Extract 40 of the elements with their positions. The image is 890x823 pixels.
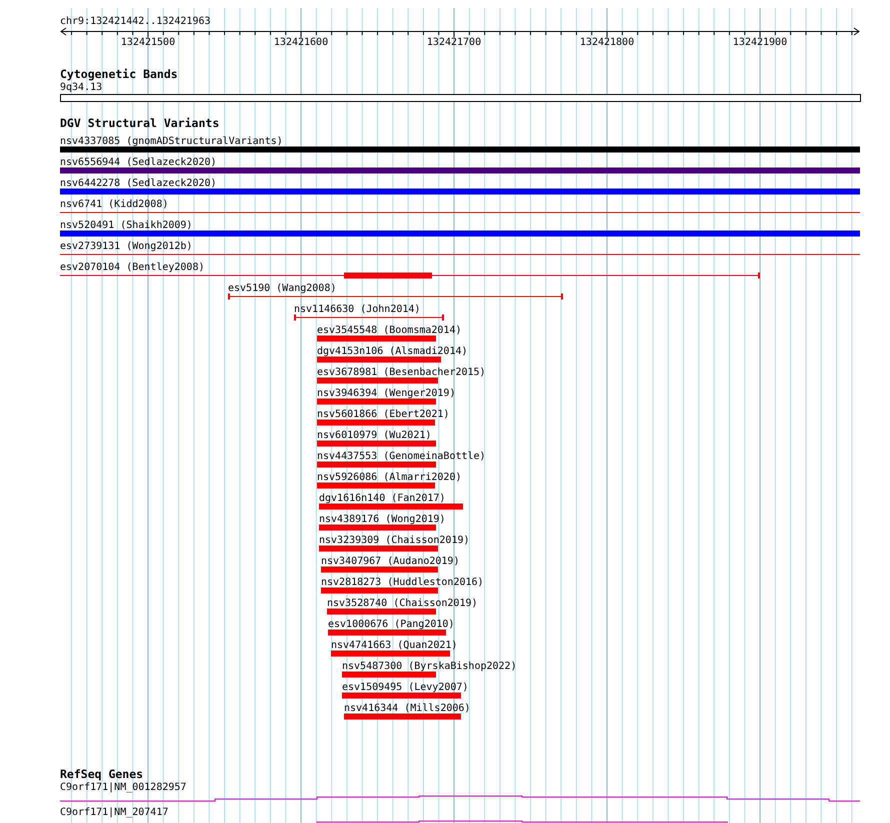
variant-label: nsv6442278 (Sedlazeck2020) bbox=[60, 178, 217, 189]
variant-label: nsv2818273 (Huddleston2016) bbox=[321, 577, 484, 588]
gene-label: C9orf171|NM_001282957 bbox=[60, 782, 186, 793]
variant-label: nsv6010979 (Wu2021) bbox=[317, 430, 432, 441]
variant-label: dgv4153n106 (Alsmadi2014) bbox=[317, 346, 468, 357]
variant-label: nsv416344 (Mills2006) bbox=[344, 703, 470, 714]
tick-label: 132421500 bbox=[120, 37, 176, 48]
variant-label: nsv3239309 (Chaisson2019) bbox=[319, 535, 470, 546]
track-title: Cytogenetic Bands bbox=[60, 67, 178, 81]
variant-label: nsv5601866 (Ebert2021) bbox=[317, 409, 450, 420]
variant-label: esv2070104 (Bentley2008) bbox=[60, 262, 204, 273]
variant-label: nsv4741663 (Quan2021) bbox=[331, 640, 458, 651]
variant-label: nsv5926086 (Almarri2020) bbox=[317, 472, 462, 483]
variant-label: nsv6556944 (Sedlazeck2020) bbox=[60, 157, 217, 168]
variant-label: nsv4437553 (GenomeinaBottle) bbox=[317, 451, 486, 462]
variant-label: esv1000676 (Pang2010) bbox=[328, 619, 454, 630]
variant-label: esv3678981 (Besenbacher2015) bbox=[317, 367, 486, 378]
variant-label: nsv1146630 (John2014) bbox=[294, 304, 420, 315]
variant-label: nsv3946394 (Wenger2019) bbox=[317, 388, 456, 399]
band-label: 9q34.13 bbox=[60, 82, 102, 93]
gene-label: C9orf171|NM_207417 bbox=[60, 807, 168, 818]
tick-label: 132421600 bbox=[274, 37, 328, 48]
variant-label: esv2739131 (Wong2012b) bbox=[60, 241, 192, 252]
variant-label: esv3545548 (Boomsma2014) bbox=[317, 325, 462, 336]
variant-label: nsv4389176 (Wong2019) bbox=[319, 514, 446, 525]
variant-label: esv1509495 (Levy2007) bbox=[342, 682, 468, 693]
track-title: DGV Structural Variants bbox=[60, 116, 220, 130]
variant-label: nsv4337085 (gnomADStructuralVariants) bbox=[60, 136, 283, 147]
variant-label: nsv3528740 (Chaisson2019) bbox=[327, 598, 478, 609]
variant-label: nsv520491 (Shaikh2009) bbox=[60, 220, 192, 231]
track-title: RefSeq Genes bbox=[60, 767, 144, 781]
tick-label: 132421800 bbox=[580, 37, 634, 48]
variant-label: nsv3407967 (Audano2019) bbox=[321, 556, 460, 567]
variant-label: nsv5487300 (ByrskaBishop2022) bbox=[342, 661, 517, 672]
tick-label: 132421900 bbox=[732, 37, 788, 48]
variant-label: esv5190 (Wang2008) bbox=[228, 283, 336, 294]
variant-label: nsv6741 (Kidd2008) bbox=[60, 199, 168, 210]
location-label: chr9:132421442..132421963 bbox=[60, 16, 211, 27]
variant-label: dgv1616n140 (Fan2017) bbox=[319, 493, 446, 504]
tick-label: 132421700 bbox=[426, 37, 482, 48]
